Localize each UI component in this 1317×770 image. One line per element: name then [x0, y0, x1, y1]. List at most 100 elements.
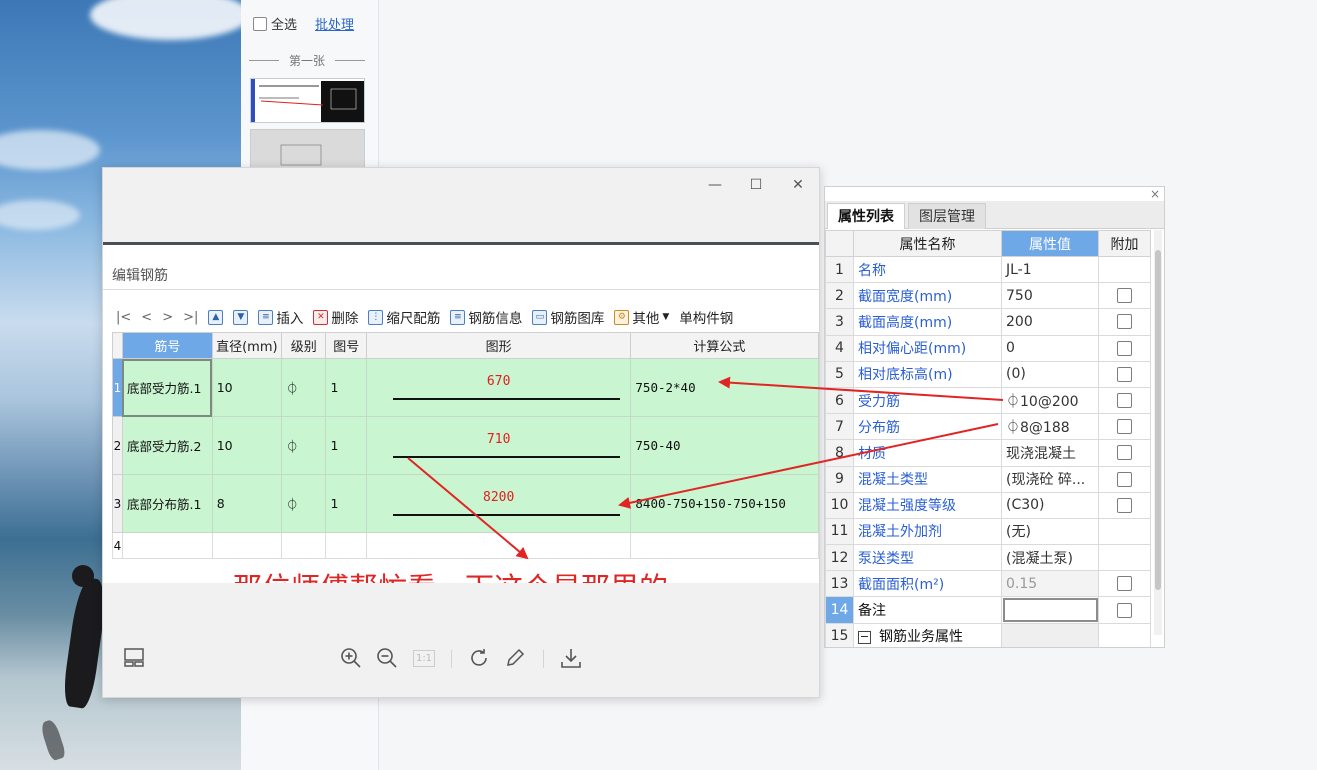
col-header-formula[interactable]: 计算公式	[630, 332, 819, 359]
rebar-info-button[interactable]: ≡ 钢筋信息	[447, 307, 525, 327]
row-number[interactable]: 3	[112, 474, 123, 533]
formula-cell[interactable]: 750-40	[630, 416, 819, 475]
diameter-cell[interactable]: 10	[211, 358, 282, 417]
single-component-button[interactable]: 单构件钢	[676, 307, 736, 327]
property-group[interactable]: − 钢筋业务属性	[853, 622, 1002, 647]
shape-cell[interactable]: 710	[365, 416, 632, 475]
property-value[interactable]: (0)	[1001, 360, 1099, 388]
table-row[interactable]: 3 截面高度(mm) 200	[825, 308, 1151, 336]
table-row[interactable]: 1 名称 JL-1	[825, 255, 1151, 284]
zoom-out-icon[interactable]	[374, 646, 400, 672]
extra-checkbox[interactable]	[1117, 576, 1132, 592]
thumbnail-1[interactable]	[250, 78, 365, 123]
table-row[interactable]: 14 备注	[825, 596, 1151, 624]
table-row[interactable]: 2 截面宽度(mm) 750	[825, 282, 1151, 310]
grade-cell[interactable]: ⏀	[280, 358, 327, 417]
row-number[interactable]: 4	[112, 532, 123, 559]
extra-checkbox[interactable]	[1117, 314, 1132, 330]
col-header-bar-no[interactable]: 筋号	[121, 332, 213, 359]
download-icon[interactable]	[558, 646, 584, 672]
property-name[interactable]: 分布筋	[853, 413, 1002, 441]
shape-cell[interactable]: 670	[365, 358, 632, 417]
actual-size-icon[interactable]: 1:1	[411, 646, 437, 672]
row-number[interactable]: 1	[112, 358, 123, 417]
move-down-button[interactable]: ▼	[230, 309, 251, 325]
bar-name-cell[interactable]: 底部分布筋.1	[121, 474, 213, 533]
property-value[interactable]: JL-1	[1001, 255, 1099, 284]
property-value[interactable]: 0	[1001, 334, 1099, 362]
table-row[interactable]: 3 底部分布筋.1 8 ⏀ 1 8200 8400-750+150-750+15…	[112, 474, 819, 533]
formula-cell[interactable]: 750-2*40	[630, 358, 819, 417]
extra-checkbox[interactable]	[1117, 497, 1132, 513]
row-number[interactable]: 2	[112, 416, 123, 475]
extra-checkbox[interactable]	[1117, 471, 1132, 487]
first-record-button[interactable]: |<	[113, 310, 134, 325]
col-header-grade[interactable]: 级别	[280, 332, 327, 359]
rotate-icon[interactable]	[466, 646, 492, 672]
zoom-in-icon[interactable]	[338, 646, 364, 672]
property-name[interactable]: 相对底标高(m)	[853, 360, 1002, 388]
col-header-diameter[interactable]: 直径(mm)	[211, 332, 282, 359]
property-name[interactable]: 材质	[853, 439, 1002, 467]
property-name[interactable]: 备注	[853, 596, 1002, 624]
fig-no-cell[interactable]: 1	[325, 416, 367, 475]
fig-no-cell[interactable]: 1	[325, 358, 367, 417]
layout-icon[interactable]	[121, 646, 147, 672]
property-name[interactable]: 混凝土强度等级	[853, 491, 1002, 519]
grade-cell[interactable]: ⏀	[280, 416, 327, 475]
property-name[interactable]: 截面面积(m²)	[853, 570, 1002, 598]
property-value[interactable]: 200	[1001, 308, 1099, 336]
property-value[interactable]: (现浇砼 碎...	[1001, 465, 1099, 493]
batch-process-link[interactable]: 批处理	[315, 14, 354, 33]
insert-button[interactable]: ≡ 插入	[255, 307, 306, 327]
table-row[interactable]: 5 相对底标高(m) (0)	[825, 360, 1151, 388]
col-header-shape[interactable]: 图形	[365, 332, 632, 359]
move-up-button[interactable]: ▲	[205, 309, 226, 325]
property-name[interactable]: 相对偏心距(mm)	[853, 334, 1002, 362]
table-row[interactable]: 4	[112, 532, 819, 559]
table-row[interactable]: 12 泵送类型 (混凝土泵)	[825, 544, 1151, 572]
property-value[interactable]: (混凝土泵)	[1001, 544, 1099, 572]
rebar-library-button[interactable]: ▭ 钢筋图库	[529, 307, 607, 327]
maximize-button[interactable]: ☐	[741, 174, 771, 196]
vertical-scrollbar[interactable]	[1154, 230, 1162, 635]
bar-name-cell[interactable]: 底部受力筋.1	[121, 358, 213, 417]
extra-checkbox[interactable]	[1117, 393, 1132, 409]
property-name[interactable]: 混凝土外加剂	[853, 517, 1002, 546]
extra-checkbox[interactable]	[1117, 288, 1132, 304]
other-dropdown[interactable]: ⚙ 其他 ▼	[611, 307, 672, 327]
diameter-cell[interactable]: 10	[211, 416, 282, 475]
minimize-button[interactable]: —	[700, 174, 730, 196]
shape-cell[interactable]: 8200	[365, 474, 632, 533]
extra-checkbox[interactable]	[1117, 419, 1132, 435]
property-value[interactable]: ⏀8@188	[1001, 413, 1099, 441]
col-header-property-value[interactable]: 属性值	[1001, 230, 1099, 257]
diameter-cell[interactable]: 8	[211, 474, 282, 533]
property-value[interactable]: 现浇混凝土	[1001, 439, 1099, 467]
table-row[interactable]: 6 受力筋 ⏀10@200	[825, 386, 1151, 415]
property-value[interactable]: (C30)	[1001, 491, 1099, 519]
extra-checkbox[interactable]	[1117, 366, 1132, 382]
table-row[interactable]: 9 混凝土类型 (现浇砼 碎...	[825, 465, 1151, 493]
property-name[interactable]: 受力筋	[853, 386, 1002, 415]
table-row[interactable]: 7 分布筋 ⏀8@188	[825, 413, 1151, 441]
next-record-button[interactable]: >	[159, 310, 176, 325]
table-row[interactable]: 11 混凝土外加剂 (无)	[825, 517, 1151, 546]
select-all-label[interactable]: 全选	[271, 14, 297, 33]
table-row[interactable]: 4 相对偏心距(mm) 0	[825, 334, 1151, 362]
property-name[interactable]: 泵送类型	[853, 544, 1002, 572]
bar-name-cell[interactable]: 底部受力筋.2	[121, 416, 213, 475]
fig-no-cell[interactable]: 1	[325, 474, 367, 533]
remark-input[interactable]	[1001, 596, 1099, 624]
col-header-fig-no[interactable]: 图号	[325, 332, 367, 359]
close-icon[interactable]: ×	[1150, 187, 1160, 201]
edit-icon[interactable]	[502, 646, 528, 672]
col-header-extra[interactable]: 附加	[1098, 230, 1151, 257]
table-row[interactable]: 15− 钢筋业务属性	[825, 622, 1151, 647]
property-value[interactable]: 750	[1001, 282, 1099, 310]
select-all-checkbox[interactable]	[253, 16, 267, 31]
extra-checkbox[interactable]	[1117, 445, 1132, 461]
table-row[interactable]: 10 混凝土强度等级 (C30)	[825, 491, 1151, 519]
property-name[interactable]: 混凝土类型	[853, 465, 1002, 493]
close-button[interactable]: ✕	[783, 174, 813, 196]
